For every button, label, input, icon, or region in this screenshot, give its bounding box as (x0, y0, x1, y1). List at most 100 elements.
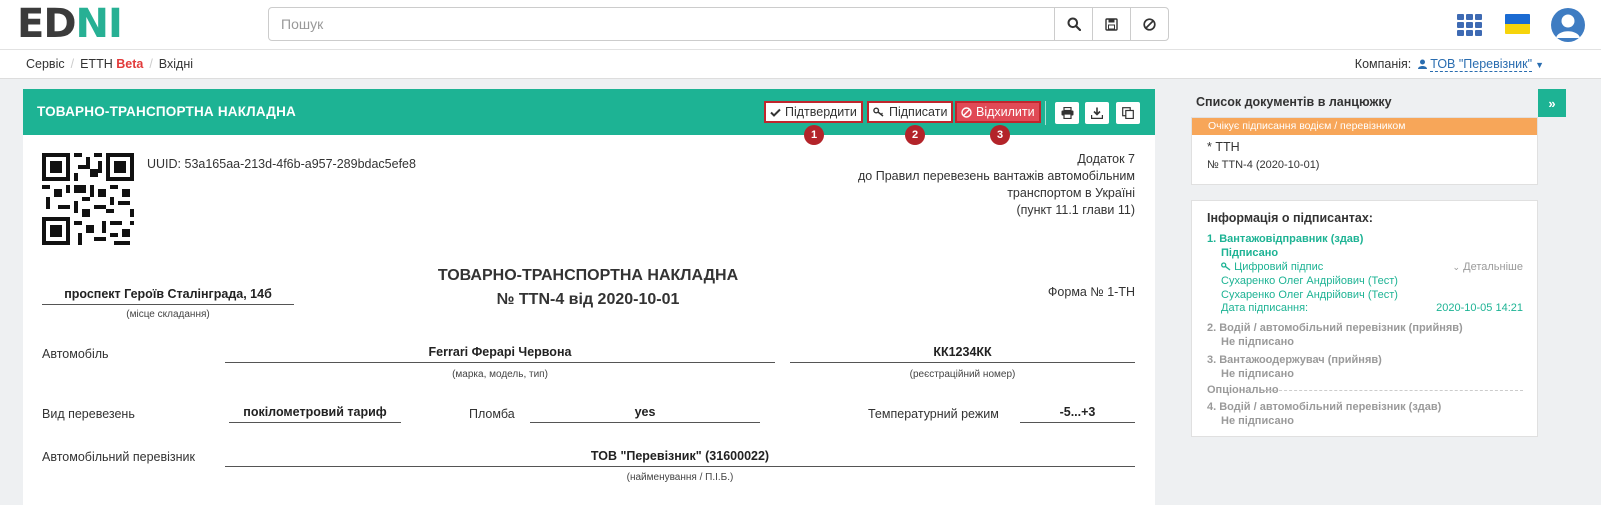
breadcrumb-separator: / (70, 57, 75, 71)
signer-1-name: Сухаренко Олег Андрійович (Тест) (1221, 275, 1398, 287)
copy-icon (1122, 107, 1134, 119)
form-number: Форма № 1-ТН (1047, 285, 1135, 299)
carrier-value: ТОВ "Перевізник" (31600022) (225, 449, 1135, 467)
appendix-line: Додаток 7 (1077, 152, 1135, 166)
edin-logo[interactable]: ED N I (17, 1, 123, 47)
breadcrumb-service[interactable]: Сервіс (26, 57, 65, 71)
key-icon (873, 107, 884, 117)
search-input[interactable] (269, 8, 1054, 40)
breadcrumb-incoming: Вхідні (158, 57, 193, 71)
step-badge-3: 3 (990, 125, 1010, 145)
transport-type-label: Вид перевезень (42, 407, 135, 421)
seal-value: yes (530, 405, 760, 423)
appendix-line: до Правил перевезень вантажів автомобіль… (858, 169, 1135, 183)
chain-document-card[interactable]: Очікує підписання водієм / перевізником … (1191, 117, 1538, 185)
document-panel: ТОВАРНО-ТРАНСПОРТНА НАКЛАДНА Підтвердити… (23, 89, 1155, 505)
copy-button[interactable] (1116, 102, 1140, 124)
step-badge-2: 2 (905, 125, 925, 145)
signer-2-status: Не підписано (1221, 336, 1294, 348)
user-avatar-icon[interactable] (1551, 8, 1585, 42)
car-caption: (марка, модель, тип) (452, 369, 548, 380)
ban-icon (961, 106, 972, 118)
document-uuid: UUID: 53a165aa-213d-4f6b-a957-289bdac5ef… (147, 157, 416, 171)
signing-date-value: 2020-10-05 14:21 (1436, 302, 1523, 314)
logo-text-n: N (75, 1, 109, 47)
print-button[interactable] (1055, 102, 1079, 124)
clear-icon (1143, 17, 1156, 31)
toolbar-divider (1045, 101, 1046, 125)
breadcrumb-bar: Сервіс / ЕТТН Beta / Вхідні Компанія: ТО… (0, 50, 1601, 79)
chevron-down-icon[interactable]: ▼ (1535, 60, 1544, 70)
chain-document-name: * ТТН (1207, 140, 1240, 154)
signer-4-title: 4. Водій / автомобільний перевізник (зда… (1207, 401, 1442, 413)
registration-number-value: КК1234КК (790, 345, 1135, 363)
transport-type-value: покілометровий тариф (229, 405, 401, 423)
carrier-caption: (найменування / П.І.Б.) (626, 472, 734, 483)
document-title-line: ТОВАРНО-ТРАНСПОРТНА НАКЛАДНА (437, 267, 739, 284)
check-icon (770, 108, 781, 117)
confirm-button[interactable]: Підтвердити (764, 101, 863, 123)
place-of-issue-caption: (місце складання) (126, 309, 210, 320)
signer-1-status: Підписано (1221, 247, 1279, 259)
print-icon (1061, 107, 1073, 119)
ukraine-flag-icon[interactable] (1505, 14, 1530, 34)
beta-badge: Beta (116, 57, 144, 71)
signer-4-status: Не підписано (1221, 415, 1294, 427)
save-search-button[interactable] (1092, 8, 1130, 40)
signer-1-title: 1. Вантажовідправник (здав) (1207, 233, 1364, 245)
breadcrumb: Сервіс / ЕТТН Beta / Вхідні (26, 57, 193, 71)
car-label: Автомобіль (42, 347, 109, 361)
top-bar: ED N I (0, 0, 1601, 50)
download-button[interactable] (1085, 102, 1109, 124)
signers-info-panel: Інформація о підписантах: 1. Вантажовідп… (1191, 200, 1538, 437)
breadcrumb-ettn[interactable]: ЕТТН Beta (80, 57, 143, 71)
expand-panel-button[interactable]: » (1538, 89, 1566, 117)
search-icon (1067, 17, 1081, 31)
download-icon (1091, 107, 1103, 119)
place-of-issue-value: проспект Героїв Сталінграда, 14б (42, 287, 294, 305)
qr-code (42, 153, 134, 245)
temperature-label: Температурний режим (868, 407, 999, 421)
reject-button-label: Відхилити (976, 105, 1035, 119)
details-toggle[interactable]: ⌄ Детальніше (1453, 260, 1523, 274)
breadcrumb-separator: / (149, 57, 153, 71)
signer-1-name-secondary: Сухаренко Олег Андрійович (Тест) (1221, 289, 1398, 301)
digital-signature-label: Цифровий підпис (1234, 261, 1324, 273)
company-label: Компанія: (1354, 57, 1412, 71)
appendix-line: (пункт 11.1 глави 11) (1016, 203, 1135, 217)
search-button[interactable] (1054, 8, 1092, 40)
search-bar (268, 7, 1169, 41)
confirm-button-label: Підтвердити (785, 105, 857, 119)
document-number: № TTN-4 від 2020-10-01 (496, 291, 680, 308)
seal-label: Пломба (469, 407, 515, 421)
details-label: Детальніше (1463, 261, 1523, 273)
save-icon (1105, 17, 1118, 31)
signers-title: Інформація о підписантах: (1207, 211, 1373, 225)
chain-list-title: Список документів в ланцюжку (1196, 95, 1392, 109)
registration-number-caption: (реєстраційний номер) (909, 369, 1016, 380)
sign-button-label: Підписати (889, 105, 948, 119)
clear-search-button[interactable] (1130, 8, 1168, 40)
document-header: ТОВАРНО-ТРАНСПОРТНА НАКЛАДНА Підтвердити… (23, 89, 1155, 145)
signer-3-title: 3. Вантажоодержувач (прийняв) (1207, 354, 1382, 366)
apps-grid-icon[interactable] (1457, 14, 1483, 36)
temperature-value: -5...+3 (1020, 405, 1135, 423)
key-icon (1221, 262, 1231, 271)
document-header-title: ТОВАРНО-ТРАНСПОРТНА НАКЛАДНА (37, 104, 297, 119)
signer-2-title: 2. Водій / автомобільний перевізник (при… (1207, 322, 1463, 334)
company-selector: Компанія: ТОВ "Перевізник" ▼ (1354, 57, 1544, 72)
chain-status-bar: Очікує підписання водієм / перевізником (1192, 118, 1537, 135)
step-badge-1: 1 (804, 125, 824, 145)
sign-button[interactable]: Підписати (867, 101, 954, 123)
company-dropdown[interactable]: ТОВ "Перевізник" (1430, 57, 1533, 72)
appendix-line: транспортом в Україні (1007, 186, 1135, 200)
appendix-note: Додаток 7 до Правил перевезень вантажів … (858, 151, 1135, 219)
chain-document-number: № TTN-4 (2020-10-01) (1207, 159, 1320, 171)
car-value: Ferrari Ферарі Червона (225, 345, 775, 363)
optional-divider (1264, 390, 1523, 391)
document-title: ТОВАРНО-ТРАНСПОРТНА НАКЛАДНА № TTN-4 від… (403, 264, 773, 312)
carrier-label: Автомобільний перевізник (42, 450, 195, 464)
reject-button[interactable]: Відхилити (955, 101, 1041, 123)
user-icon (1417, 59, 1427, 69)
logo-text-i: I (108, 1, 123, 47)
